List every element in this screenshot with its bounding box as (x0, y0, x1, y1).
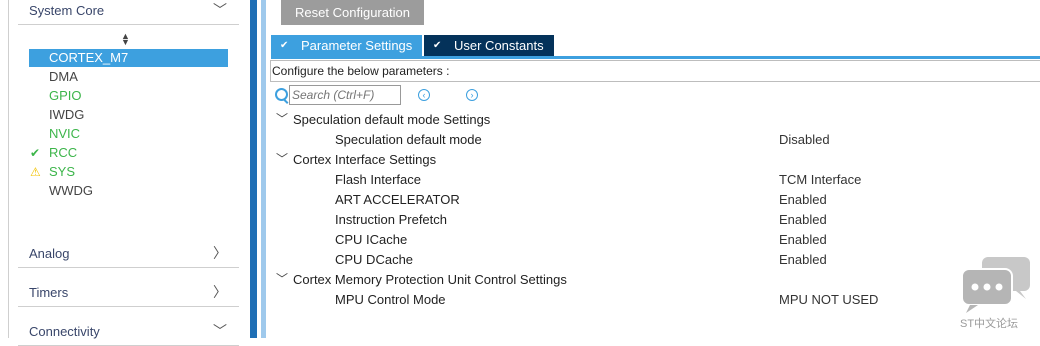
check-circle-icon: ✔ (280, 40, 289, 51)
param-value[interactable]: Enabled (779, 250, 827, 270)
component-item-cortex-m7[interactable]: CORTEX_M7 (29, 49, 228, 67)
splitter-bar (250, 0, 257, 338)
component-label: SYS (49, 164, 76, 179)
param-name: MPU Control Mode (335, 292, 446, 307)
param-row[interactable]: CPU ICache Enabled (335, 230, 1035, 250)
component-label: RCC (49, 145, 78, 160)
component-tree-panel: System Core ﹀ ▲ ▼ CORTEX_M7 DMA GPIO IWDG… (0, 0, 248, 346)
group-label: Cortex Interface Settings (293, 152, 437, 167)
tab-user-constants[interactable]: ✔ User Constants (424, 35, 554, 56)
chevron-right-icon: 〉 (213, 245, 227, 261)
check-icon: ✔ (30, 146, 41, 160)
param-row[interactable]: ART ACCELERATOR Enabled (335, 190, 1035, 210)
param-row[interactable]: Speculation default mode Disabled (335, 130, 1035, 150)
component-item-wwdg[interactable]: WWDG (29, 182, 228, 200)
param-value[interactable]: Disabled (779, 130, 830, 150)
param-value[interactable]: MPU NOT USED (779, 290, 878, 310)
param-value[interactable]: Enabled (779, 190, 827, 210)
param-row[interactable]: CPU DCache Enabled (335, 250, 1035, 270)
search-input[interactable] (289, 85, 401, 105)
component-item-gpio[interactable]: GPIO (29, 87, 228, 105)
check-circle-icon: ✔ (433, 40, 442, 51)
chevron-down-icon[interactable]: ﹀ (276, 109, 288, 129)
param-row[interactable]: MPU Control Mode MPU NOT USED (335, 290, 1035, 310)
param-row[interactable]: Flash Interface TCM Interface (335, 170, 1035, 190)
splitter-bar (261, 0, 266, 338)
chevron-down-icon[interactable]: ﹀ (276, 269, 288, 289)
chevron-down-icon[interactable]: ﹀ (276, 149, 288, 169)
next-result-icon[interactable]: › (466, 89, 478, 101)
category-label: Analog (29, 246, 70, 261)
watermark-logo: ST中文论坛 (960, 255, 1032, 333)
category-connectivity[interactable]: Connectivity ﹀ (18, 321, 239, 346)
chat-bubble-icon (961, 257, 1030, 313)
configuration-panel: Reset Configuration ✔ Parameter Settings… (269, 0, 1040, 338)
param-value[interactable]: TCM Interface (779, 170, 861, 190)
component-label: DMA (49, 69, 78, 84)
param-name: CPU ICache (335, 232, 408, 247)
category-analog[interactable]: Analog 〉 (18, 243, 239, 268)
component-item-rcc[interactable]: ✔ RCC (29, 144, 228, 162)
tab-parameter-settings[interactable]: ✔ Parameter Settings (271, 35, 422, 56)
panel-splitter[interactable] (248, 0, 269, 338)
component-label: NVIC (49, 126, 81, 141)
component-item-iwdg[interactable]: IWDG (29, 106, 228, 124)
component-item-sys[interactable]: ⚠ SYS (29, 163, 228, 181)
search-icon (275, 88, 288, 101)
chevron-right-icon: 〉 (213, 284, 227, 300)
panel-border (8, 0, 9, 338)
reset-configuration-button[interactable]: Reset Configuration (281, 0, 424, 25)
previous-result-icon[interactable]: ‹ (418, 89, 430, 101)
category-label: Timers (29, 285, 69, 300)
tab-label: User Constants (454, 38, 544, 53)
chevron-down-icon: ﹀ (213, 2, 227, 18)
component-label: WWDG (49, 183, 94, 198)
group-mpu-control-settings[interactable]: ﹀ Cortex Memory Protection Unit Control … (276, 270, 876, 290)
category-label: Connectivity (29, 324, 100, 339)
tab-label: Parameter Settings (301, 38, 413, 53)
param-row[interactable]: Instruction Prefetch Enabled (335, 210, 1035, 230)
group-label: Cortex Memory Protection Unit Control Se… (293, 272, 567, 287)
param-name: Flash Interface (335, 172, 421, 187)
sort-icon[interactable]: ▲ ▼ (121, 32, 130, 47)
param-name: ART ACCELERATOR (335, 192, 460, 207)
component-label: IWDG (49, 107, 85, 122)
param-name: CPU DCache (335, 252, 414, 267)
group-label: Speculation default mode Settings (293, 112, 491, 127)
description-bar: Configure the below parameters : (270, 60, 1040, 82)
watermark-text: ST中文论坛 (960, 318, 1019, 330)
param-value[interactable]: Enabled (779, 230, 827, 250)
param-name: Speculation default mode (335, 132, 482, 147)
component-label: CORTEX_M7 (49, 50, 129, 65)
warning-icon: ⚠ (30, 165, 41, 179)
description-text: Configure the below parameters : (272, 64, 450, 78)
component-item-dma[interactable]: DMA (29, 68, 228, 86)
group-cortex-interface-settings[interactable]: ﹀ Cortex Interface Settings (276, 150, 876, 170)
category-timers[interactable]: Timers 〉 (18, 282, 239, 307)
chevron-down-icon: ﹀ (213, 323, 227, 339)
component-label: GPIO (49, 88, 82, 103)
param-name: Instruction Prefetch (335, 212, 447, 227)
category-label: System Core (29, 3, 105, 18)
component-item-nvic[interactable]: NVIC (29, 125, 228, 143)
category-system-core[interactable]: System Core ﹀ (18, 0, 239, 25)
group-speculation-settings[interactable]: ﹀ Speculation default mode Settings (276, 110, 876, 130)
tab-underline (271, 56, 1040, 59)
param-value[interactable]: Enabled (779, 210, 827, 230)
